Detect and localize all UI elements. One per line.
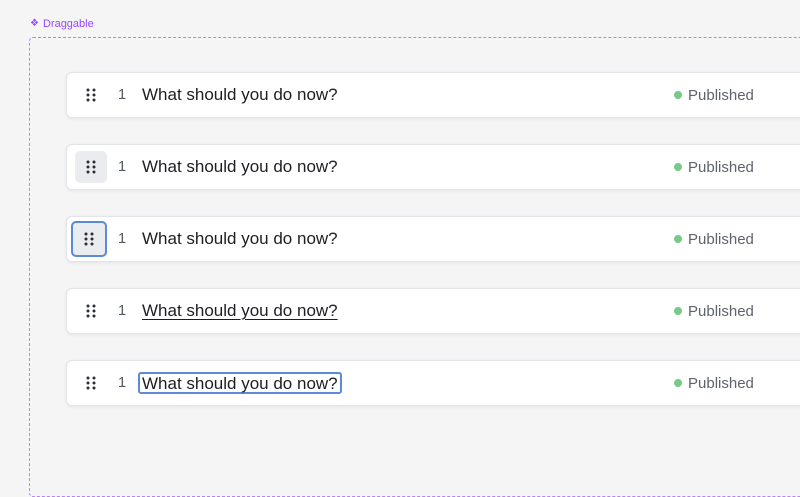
status-label: Published — [688, 86, 754, 104]
item-index: 1 — [117, 86, 127, 103]
drag-handle-icon — [86, 88, 96, 102]
status-badge: Published — [674, 361, 754, 405]
drag-handle[interactable] — [75, 367, 107, 399]
item-title-link[interactable]: What should you do now? — [142, 73, 338, 117]
drag-handle-icon — [86, 304, 96, 318]
list-item[interactable]: 1 What should you do now? Published — [66, 288, 800, 334]
list-item[interactable]: 1 What should you do now? Published — [66, 360, 800, 406]
status-label: Published — [688, 302, 754, 320]
item-title-link[interactable]: What should you do now? — [142, 217, 338, 261]
frame-label-text: Draggable — [42, 18, 94, 30]
status-badge: Published — [674, 73, 754, 117]
status-badge: Published — [674, 289, 754, 333]
drag-handle[interactable] — [75, 79, 107, 111]
frame-label: ❖ Draggable — [30, 18, 94, 30]
list-item[interactable]: 1 What should you do now? Published — [66, 216, 800, 262]
drag-handle-icon — [86, 160, 96, 174]
status-label: Published — [688, 158, 754, 176]
item-index: 1 — [117, 302, 127, 319]
status-dot — [674, 235, 682, 243]
status-dot — [674, 163, 682, 171]
status-label: Published — [688, 230, 754, 248]
drag-handle-icon — [84, 232, 94, 246]
status-dot — [674, 379, 682, 387]
drag-handle[interactable] — [75, 295, 107, 327]
list-item[interactable]: 1 What should you do now? Published — [66, 72, 800, 118]
status-label: Published — [688, 374, 754, 392]
item-title-link[interactable]: What should you do now? — [138, 372, 342, 394]
item-title-link[interactable]: What should you do now? — [142, 289, 338, 333]
item-title-link[interactable]: What should you do now? — [142, 145, 338, 189]
status-badge: Published — [674, 217, 754, 261]
component-icon: ❖ — [30, 18, 39, 29]
status-badge: Published — [674, 145, 754, 189]
status-dot — [674, 307, 682, 315]
status-dot — [674, 91, 682, 99]
list-item[interactable]: 1 What should you do now? Published — [66, 144, 800, 190]
item-index: 1 — [117, 230, 127, 247]
item-index: 1 — [117, 374, 127, 391]
drag-handle-icon — [86, 376, 96, 390]
drag-handle[interactable] — [75, 151, 107, 183]
item-index: 1 — [117, 158, 127, 175]
drag-handle[interactable] — [71, 221, 107, 257]
